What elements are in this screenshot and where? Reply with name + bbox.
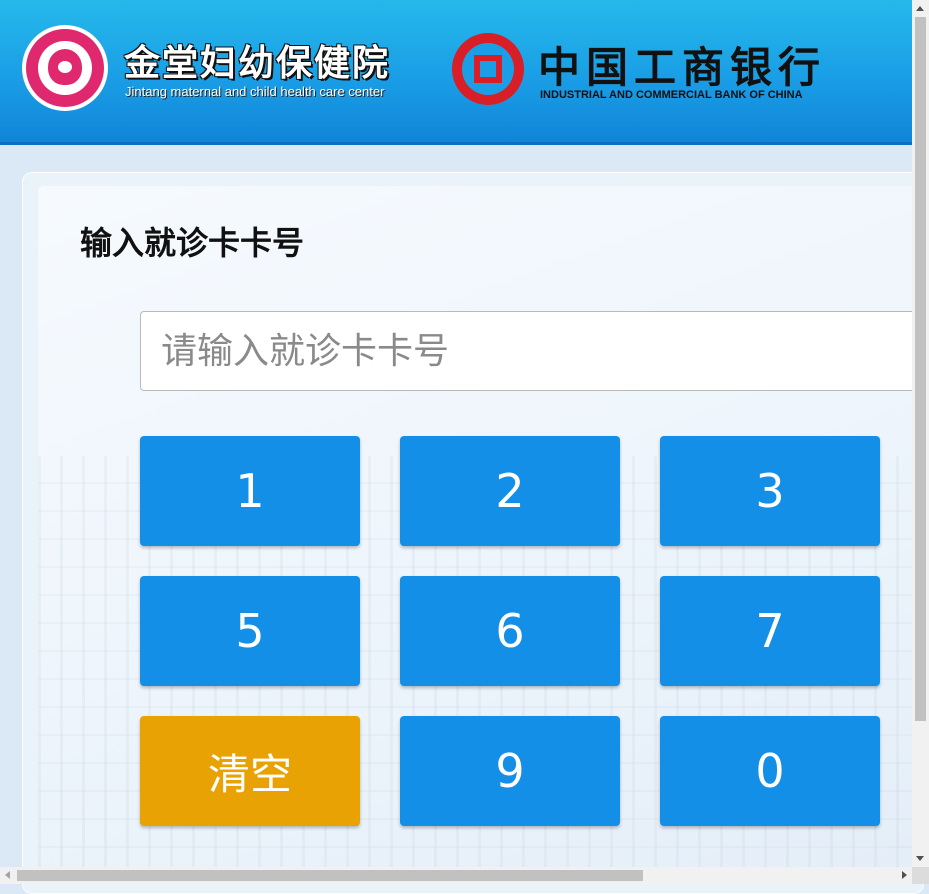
keypad-key-9[interactable]: 9 <box>400 716 620 826</box>
bank-name-en: INDUSTRIAL AND COMMERCIAL BANK OF CHINA <box>540 89 803 101</box>
scroll-down-icon[interactable] <box>916 856 924 861</box>
scrollbar-corner <box>912 867 929 884</box>
bank-name: 中国工商银行 <box>538 43 827 92</box>
keypad-key-0[interactable]: 0 <box>660 716 880 826</box>
hospital-name-en: Jintang maternal and child health care c… <box>125 84 385 99</box>
hospital-name: 金堂妇幼保健院 <box>124 43 391 84</box>
header-banner: 金堂妇幼保健院 Jintang maternal and child healt… <box>0 0 912 145</box>
clear-button[interactable]: 清空 <box>140 716 360 826</box>
keypad-key-7[interactable]: 7 <box>660 576 880 686</box>
page-title: 输入就诊卡卡号 <box>80 224 305 262</box>
card-number-input[interactable] <box>140 311 929 391</box>
keypad-key-2[interactable]: 2 <box>400 436 620 546</box>
keypad-key-6[interactable]: 6 <box>400 576 620 686</box>
scroll-right-icon[interactable] <box>902 871 907 879</box>
hospital-logo-icon <box>22 25 108 111</box>
keypad-key-1[interactable]: 1 <box>140 436 360 546</box>
vertical-scrollbar[interactable] <box>912 0 929 867</box>
keypad-key-3[interactable]: 3 <box>660 436 880 546</box>
horizontal-scrollbar[interactable] <box>0 867 912 884</box>
vertical-scroll-thumb[interactable] <box>915 17 926 721</box>
scroll-left-icon[interactable] <box>5 871 10 879</box>
keypad-key-5[interactable]: 5 <box>140 576 360 686</box>
horizontal-scroll-thumb[interactable] <box>17 870 643 881</box>
scroll-up-icon[interactable] <box>916 6 924 11</box>
icbc-logo-icon <box>452 33 524 105</box>
